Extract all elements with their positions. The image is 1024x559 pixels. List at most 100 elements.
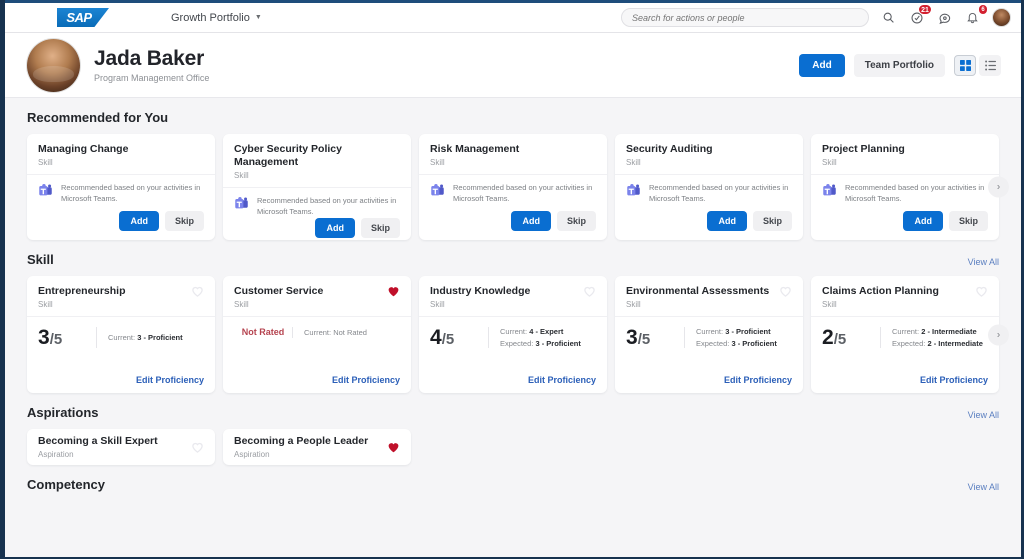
card-skip-button[interactable]: Skip [948, 211, 988, 231]
skill-card[interactable]: Claims Action Planning Skill 2/5 Current… [811, 276, 999, 393]
divider [488, 327, 489, 349]
card-add-button[interactable]: Add [707, 211, 747, 231]
card-add-button[interactable]: Add [511, 211, 551, 231]
favorite-heart-icon[interactable] [191, 285, 204, 298]
aspiration-card[interactable]: Becoming a Skill Expert Aspiration [27, 429, 215, 465]
card-body: Recommended based on your activities in … [419, 175, 607, 240]
recommended-next-arrow-icon[interactable]: › [988, 176, 1009, 198]
search-icon[interactable] [880, 9, 897, 26]
favorite-heart-icon[interactable] [191, 441, 204, 454]
grid-view-toggle[interactable] [954, 54, 976, 76]
recommended-card[interactable]: Risk Management Skill Recommended based … [419, 134, 607, 240]
profile-avatar[interactable] [27, 38, 80, 92]
recommended-card[interactable]: Managing Change Skill Recommended based … [27, 134, 215, 240]
edit-proficiency-link[interactable]: Edit Proficiency [38, 375, 204, 385]
recommended-card-row: Managing Change Skill Recommended based … [27, 134, 1009, 240]
favorite-heart-icon[interactable] [779, 285, 792, 298]
card-add-button[interactable]: Add [119, 211, 159, 231]
shell-bar: SAP Growth Portfolio ▼ 21 [5, 3, 1021, 33]
rating-row: Not Rated Current: Not Rated [234, 327, 400, 338]
expected-label: Expected: [892, 339, 926, 349]
current-label: Current: [304, 328, 332, 338]
aspiration-card[interactable]: Becoming a People Leader Aspiration [223, 429, 411, 465]
rating-row: 2/5 Current: 2 - Intermediate Expected: … [822, 327, 988, 349]
messages-icon[interactable] [936, 9, 953, 26]
card-body: Recommended based on your activities in … [615, 175, 803, 240]
favorite-heart-icon[interactable] [975, 285, 988, 298]
aspirations-view-all-link[interactable]: View All [968, 410, 999, 420]
card-actions: Add Skip [234, 218, 400, 238]
profile-job-title: Program Management Office [94, 73, 210, 83]
recommended-card[interactable]: Security Auditing Skill Recommended base… [615, 134, 803, 240]
chevron-down-icon: ▼ [254, 14, 262, 21]
notifications-bell-icon[interactable]: 6 [964, 4, 988, 26]
skill-score-value: 3 [38, 326, 50, 350]
skill-card[interactable]: Entrepreneurship Skill 3/5 Current: 3 - … [27, 276, 215, 393]
card-skip-button[interactable]: Skip [164, 211, 204, 231]
sap-logo[interactable]: SAP [57, 8, 109, 27]
team-portfolio-button[interactable]: Team Portfolio [853, 53, 945, 77]
card-skip-button[interactable]: Skip [556, 211, 596, 231]
microsoft-teams-icon [235, 197, 248, 209]
recommendation-note: Recommended based on your activities in … [822, 183, 988, 205]
favorite-heart-icon[interactable] [387, 441, 400, 454]
profile-actions: Add Team Portfolio [799, 53, 1001, 77]
skill-score: 2/5 [822, 327, 880, 348]
card-skip-button[interactable]: Skip [360, 218, 400, 238]
recommended-section-title: Recommended for You [27, 110, 169, 125]
current-label: Current: [696, 327, 724, 337]
skill-view-all-link[interactable]: View All [968, 257, 999, 267]
microsoft-teams-icon [431, 184, 444, 196]
skill-next-arrow-icon[interactable]: › [988, 324, 1009, 345]
microsoft-teams-icon [823, 184, 836, 196]
tasks-icon[interactable]: 21 [908, 4, 932, 26]
card-body: Recommended based on your activities in … [27, 175, 215, 240]
expected-level: Expected: 3 - Proficient [696, 339, 777, 348]
recommended-card[interactable]: Cyber Security Policy Management Skill R… [223, 134, 411, 240]
recommended-card[interactable]: Project Planning Skill Recommended based… [811, 134, 999, 240]
skill-card[interactable]: Environmental Assessments Skill 3/5 Curr… [615, 276, 803, 393]
aspirations-section-title: Aspirations [27, 405, 99, 420]
card-header: Industry Knowledge Skill [419, 276, 607, 318]
skill-score: 3/5 [38, 327, 96, 348]
card-title: Claims Action Planning [822, 285, 939, 297]
search-input[interactable] [632, 12, 858, 23]
skill-card[interactable]: Industry Knowledge Skill 4/5 Current: 4 … [419, 276, 607, 393]
edit-proficiency-link[interactable]: Edit Proficiency [430, 375, 596, 385]
skill-score-denominator: /5 [833, 331, 847, 349]
user-avatar-small[interactable] [992, 8, 1011, 27]
expected-level: Expected: 3 - Proficient [500, 339, 581, 348]
expected-value: 3 - Proficient [535, 339, 581, 349]
divider [880, 327, 881, 349]
card-header: Claims Action Planning Skill [811, 276, 999, 318]
card-add-button[interactable]: Add [903, 211, 943, 231]
current-label: Current: [500, 327, 528, 337]
skill-section-header: Skill View All [27, 252, 999, 267]
current-label: Current: [892, 327, 920, 337]
edit-proficiency-link[interactable]: Edit Proficiency [822, 375, 988, 385]
favorite-heart-icon[interactable] [583, 285, 596, 298]
recommendation-note: Recommended based on your activities in … [234, 196, 400, 218]
skill-card[interactable]: Customer Service Skill Not Rated Current… [223, 276, 411, 393]
growth-portfolio-menu[interactable]: Growth Portfolio ▼ [171, 12, 262, 24]
edit-proficiency-link[interactable]: Edit Proficiency [626, 375, 792, 385]
current-level: Current: Not Rated [304, 328, 367, 337]
favorite-heart-icon[interactable] [387, 285, 400, 298]
divider [96, 327, 97, 349]
card-actions: Add Skip [822, 211, 988, 231]
card-title: Cyber Security Policy Management [234, 143, 342, 169]
edit-proficiency-link[interactable]: Edit Proficiency [234, 375, 400, 385]
search-box[interactable] [621, 8, 869, 27]
card-header: Cyber Security Policy Management Skill [223, 134, 411, 189]
card-header: Customer Service Skill [223, 276, 411, 318]
card-actions: Add Skip [430, 211, 596, 231]
list-view-toggle[interactable] [979, 54, 1001, 76]
add-button[interactable]: Add [799, 53, 845, 77]
card-skip-button[interactable]: Skip [752, 211, 792, 231]
card-body: Recommended based on your activities in … [811, 175, 999, 240]
card-type: Aspiration [38, 450, 74, 460]
expected-value: 2 - Intermediate [927, 339, 983, 349]
card-title: Security Auditing [626, 143, 713, 155]
competency-view-all-link[interactable]: View All [968, 482, 999, 492]
card-add-button[interactable]: Add [315, 218, 355, 238]
